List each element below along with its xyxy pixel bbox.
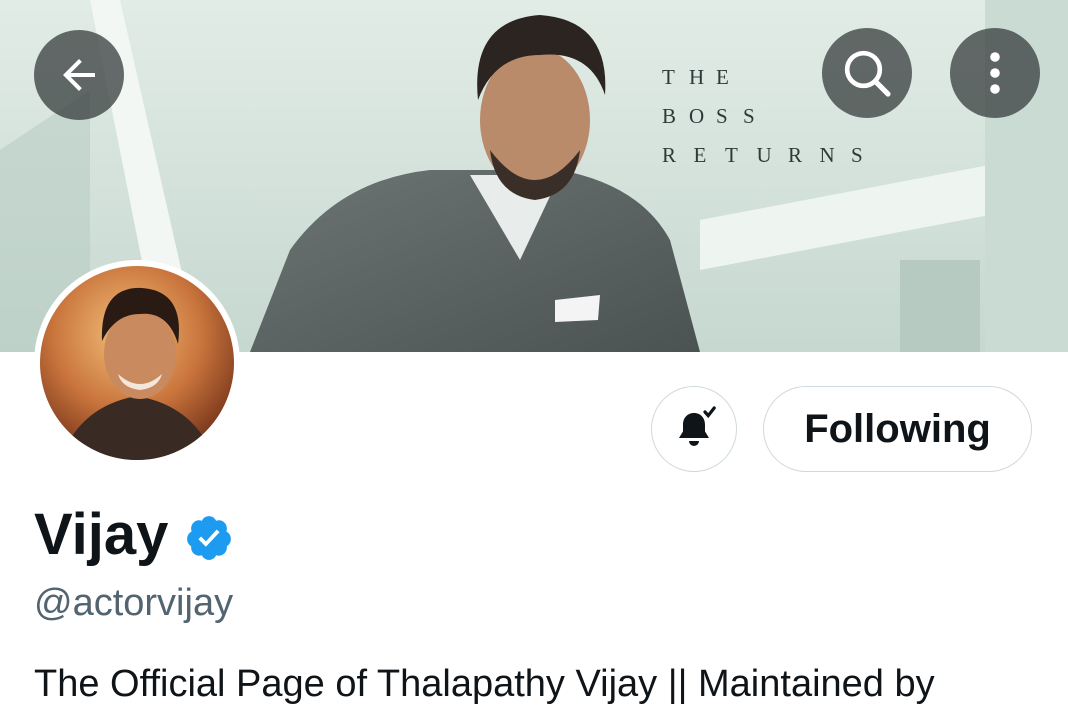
notifications-button[interactable] (651, 386, 737, 472)
search-icon (844, 50, 891, 97)
bell-subscribed-icon (679, 406, 716, 446)
profile-name-row: Vijay (34, 502, 234, 568)
avatar[interactable] (34, 260, 240, 466)
verified-badge-icon[interactable] (184, 513, 234, 563)
back-button[interactable] (34, 30, 124, 120)
tagline-line-3: RETURNS (662, 143, 863, 167)
profile-handle: @actorvijay (34, 582, 234, 624)
search-button[interactable] (822, 28, 912, 118)
more-options-button[interactable] (950, 28, 1040, 118)
arrow-left-icon (63, 59, 95, 91)
display-name: Vijay (34, 502, 169, 567)
following-button[interactable]: Following (763, 386, 1032, 472)
more-vertical-icon (990, 52, 1000, 94)
avatar-image (40, 266, 234, 460)
